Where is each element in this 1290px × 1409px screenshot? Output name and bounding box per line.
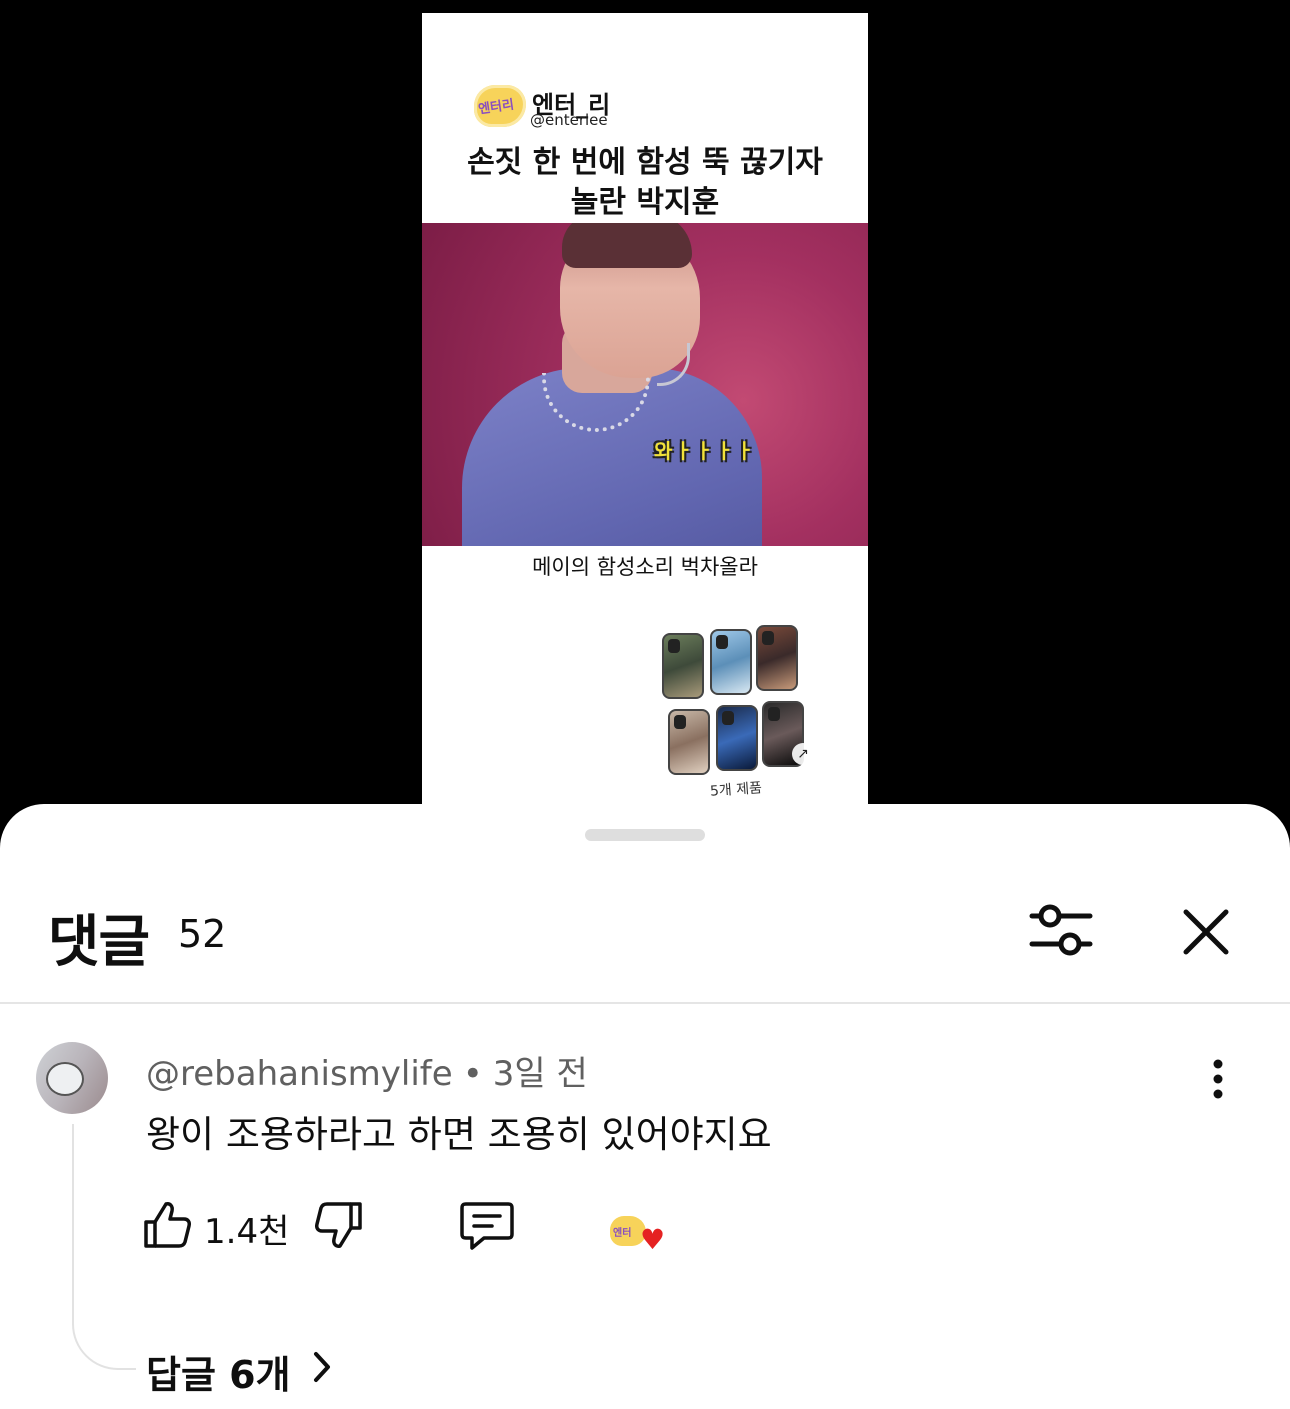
product-thumbnail[interactable] <box>716 705 758 771</box>
channel-logo: 엔터리 <box>474 85 526 127</box>
short-video-frame[interactable]: 엔터리 엔터_리 @enterlee 손짓 한 번에 함성 뚝 끊기자 놀란 박… <box>422 13 868 813</box>
short-title-line-2: 놀란 박지훈 <box>570 185 720 220</box>
like-button[interactable] <box>142 1200 192 1250</box>
header-divider <box>0 1002 1290 1004</box>
product-thumbnail[interactable] <box>756 625 798 691</box>
product-shelf[interactable]: ↗ <box>662 625 814 793</box>
reply-button[interactable] <box>458 1200 516 1252</box>
video-player[interactable]: 엔터리 엔터_리 @enterlee 손짓 한 번에 함성 뚝 끊기자 놀란 박… <box>0 0 1290 830</box>
sheet-drag-handle[interactable] <box>585 829 705 841</box>
view-replies-button[interactable]: 답글 6개 <box>146 1344 291 1399</box>
thumbs-up-icon <box>144 1202 191 1248</box>
sort-filter-button[interactable] <box>1028 900 1094 960</box>
avatar[interactable] <box>36 1042 108 1114</box>
thread-line <box>72 1124 136 1370</box>
comment-time: 3일 전 <box>492 1054 588 1094</box>
product-thumbnail[interactable] <box>662 633 704 699</box>
channel-logo-text: 엔터리 <box>477 97 516 118</box>
heart-icon: ♥ <box>640 1223 666 1256</box>
sliders-icon <box>1029 904 1093 956</box>
comment-icon <box>460 1202 514 1250</box>
avatar-drawing <box>46 1062 84 1096</box>
short-title: 손짓 한 번에 함성 뚝 끊기자 놀란 박지훈 <box>422 143 868 223</box>
comments-count: 52 <box>178 912 227 956</box>
comment-menu-button[interactable] <box>1204 1058 1232 1100</box>
creator-avatar-text: 엔터 <box>613 1228 632 1239</box>
product-count[interactable]: 5개 제품 <box>709 777 763 801</box>
comment-header: @rebahanismylife • 3일 전 <box>146 1046 588 1095</box>
caption-sticker: 와ㅏㅏㅏㅏ <box>654 439 756 463</box>
meta-separator: • <box>462 1054 483 1094</box>
comments-sheet: 댓글 52 @rebahanismylife • 3일 전 왕이 조용하라고 하면 … <box>0 804 1290 1409</box>
chevron-right-icon <box>314 1352 330 1382</box>
short-channel-handle: @enterlee <box>530 111 608 129</box>
dislike-button[interactable] <box>310 1200 364 1250</box>
performer-hair <box>562 223 692 268</box>
like-count: 1.4천 <box>204 1212 290 1252</box>
short-subtitle: 메이의 함성소리 벅차올라 <box>532 555 758 579</box>
short-title-line-1: 손짓 한 번에 함성 뚝 끊기자 <box>467 145 823 180</box>
comments-title: 댓글 <box>48 910 150 975</box>
product-thumbnail[interactable] <box>668 709 710 775</box>
open-external-icon[interactable]: ↗ <box>792 743 814 765</box>
video-still-image: 와ㅏㅏㅏㅏ <box>422 223 868 546</box>
product-thumbnail[interactable] <box>710 629 752 695</box>
comment-author[interactable]: @rebahanismylife <box>146 1054 453 1094</box>
comment-text: 왕이 조용하라고 하면 조용히 있어야지요 <box>146 1113 772 1156</box>
close-icon <box>1183 909 1229 955</box>
thumbs-down-icon <box>315 1202 362 1248</box>
replies-expand-button[interactable] <box>308 1350 336 1384</box>
close-comments-button[interactable] <box>1176 902 1236 962</box>
creator-heart-badge: 엔터 ♥ <box>610 1214 672 1256</box>
more-vertical-icon <box>1213 1059 1223 1099</box>
